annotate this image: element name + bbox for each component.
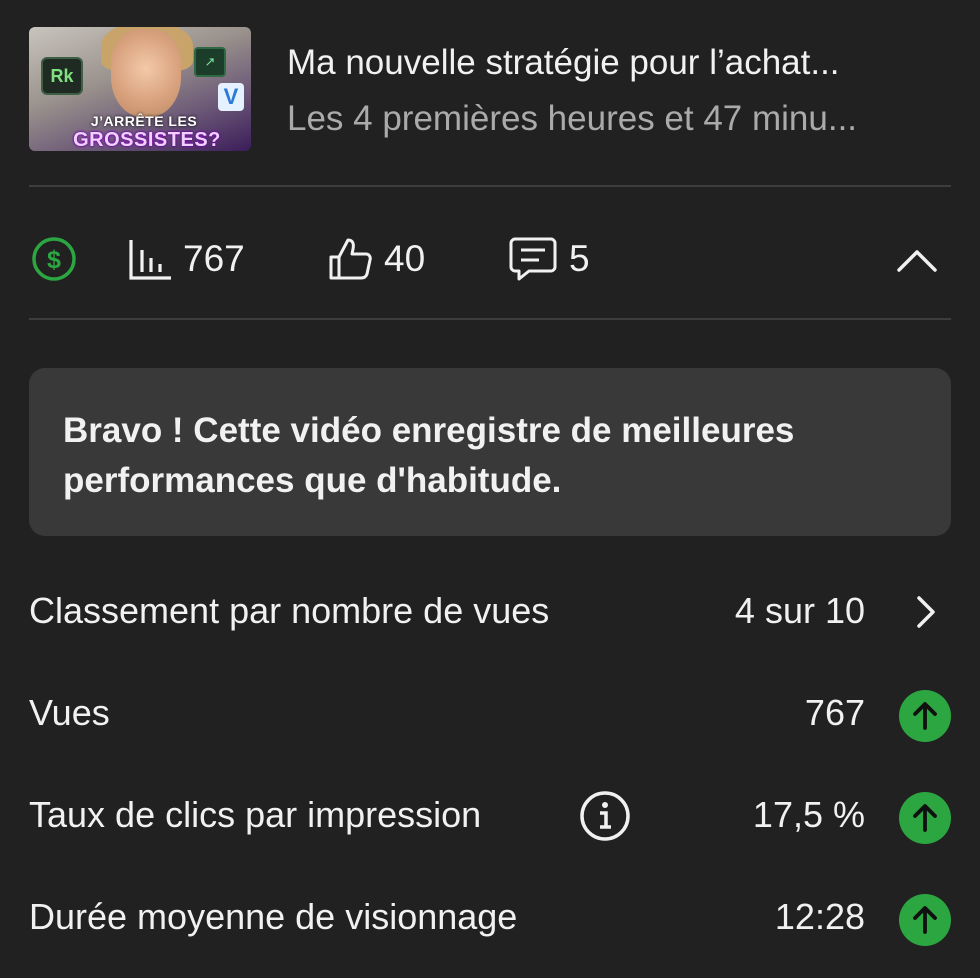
- performance-banner-text: Bravo ! Cette vidéo enregistre de meille…: [63, 411, 795, 500]
- thumbnail-face: [111, 29, 181, 117]
- likes-count: 40: [384, 238, 426, 279]
- info-icon[interactable]: [577, 788, 633, 844]
- likes-stat[interactable]: 40: [326, 232, 425, 286]
- arrow-up-icon: [899, 792, 951, 844]
- comments-stat[interactable]: 5: [507, 232, 590, 286]
- views-count: 767: [183, 238, 245, 279]
- comment-icon: [509, 237, 557, 281]
- stats-row: $ 767 40 5: [29, 232, 951, 286]
- ranking-row[interactable]: Classement par nombre de vues 4 sur 10: [29, 584, 951, 644]
- metric-label: Vues: [29, 692, 110, 733]
- svg-text:$: $: [47, 246, 61, 274]
- metric-label: Classement par nombre de vues: [29, 590, 550, 631]
- metric-value: 4 sur 10: [734, 590, 865, 631]
- thumbnail-arrow-badge: ↗: [194, 47, 226, 77]
- avg-watch-time-row: Durée moyenne de visionnage 12:28: [29, 890, 951, 950]
- metric-value: 12:28: [774, 896, 865, 937]
- views-stat[interactable]: 767: [127, 232, 245, 286]
- metric-value: 767: [804, 692, 865, 733]
- video-row[interactable]: Rk ↗ V J’ARRÊTE LES GROSSISTES? Ma nouve…: [29, 27, 959, 152]
- performance-banner: Bravo ! Cette vidéo enregistre de meille…: [29, 368, 951, 536]
- divider: [29, 318, 951, 320]
- video-title[interactable]: Ma nouvelle stratégie pour l’achat...: [287, 43, 959, 83]
- thumbnail-caption-line2: GROSSISTES?: [73, 129, 221, 151]
- divider: [29, 185, 951, 187]
- comments-count: 5: [569, 238, 590, 279]
- ctr-row: Taux de clics par impression 17,5 %: [29, 788, 951, 848]
- metric-label: Durée moyenne de visionnage: [29, 896, 518, 937]
- arrow-up-icon: [899, 690, 951, 742]
- bar-chart-icon: [129, 240, 171, 280]
- chevron-up-icon[interactable]: [895, 240, 939, 278]
- video-subtitle: Les 4 premières heures et 47 minu...: [287, 99, 858, 138]
- dollar-circle-icon: $: [32, 237, 76, 281]
- thumbnail-logo: Rk: [41, 57, 83, 95]
- metric-value: 17,5 %: [752, 794, 865, 835]
- thumbnail-v-badge: V: [218, 83, 244, 111]
- metric-label: Taux de clics par impression: [29, 794, 482, 835]
- arrow-up-icon: [899, 894, 951, 946]
- chevron-right-icon[interactable]: [911, 592, 939, 632]
- views-row: Vues 767: [29, 686, 951, 746]
- video-thumbnail[interactable]: Rk ↗ V J’ARRÊTE LES GROSSISTES?: [29, 27, 251, 151]
- thumbs-up-icon: [329, 238, 372, 280]
- thumbnail-caption-line1: J’ARRÊTE LES: [90, 113, 198, 129]
- monetization-stat[interactable]: $: [29, 232, 79, 286]
